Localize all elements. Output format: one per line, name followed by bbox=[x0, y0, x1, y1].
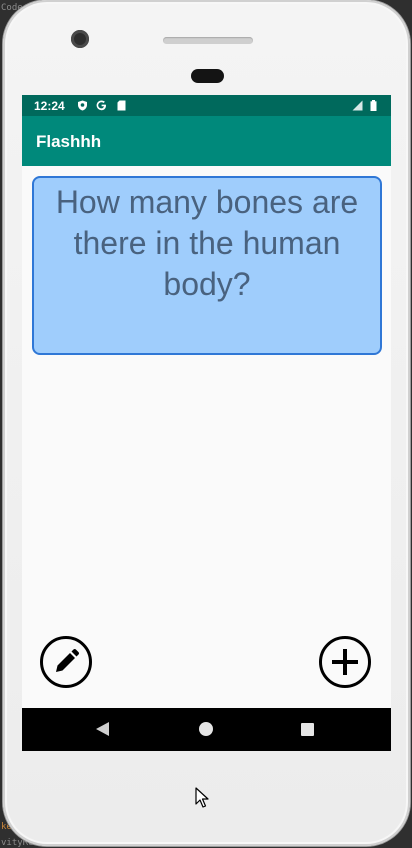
app-bar: Flashhh bbox=[22, 116, 391, 166]
front-camera bbox=[71, 30, 89, 48]
home-icon[interactable] bbox=[199, 722, 213, 736]
app-title: Flashhh bbox=[36, 132, 102, 151]
battery-icon bbox=[370, 100, 377, 111]
sd-card-icon bbox=[117, 100, 126, 111]
phone-frame: 12:24 Flashhh How many bones are there i… bbox=[3, 0, 410, 846]
pencil-icon bbox=[56, 648, 80, 672]
proximity-sensor bbox=[191, 69, 224, 83]
system-nav-bar bbox=[22, 708, 391, 751]
add-card-button[interactable] bbox=[319, 636, 371, 688]
edit-button[interactable] bbox=[40, 636, 92, 688]
status-time: 12:24 bbox=[34, 99, 65, 113]
recent-apps-icon[interactable] bbox=[301, 723, 314, 736]
back-icon[interactable] bbox=[96, 722, 109, 736]
mouse-cursor-icon bbox=[195, 787, 209, 808]
device-screen: 12:24 Flashhh How many bones are there i… bbox=[22, 95, 391, 751]
flashcard-question: How many bones are there in the human bo… bbox=[55, 184, 359, 302]
plus-icon bbox=[332, 649, 358, 675]
flashcard[interactable]: How many bones are there in the human bo… bbox=[32, 176, 382, 355]
earpiece-speaker bbox=[163, 37, 253, 44]
status-bar: 12:24 bbox=[22, 95, 391, 116]
shield-icon bbox=[78, 100, 87, 111]
signal-icon bbox=[352, 100, 363, 111]
google-g-icon bbox=[96, 100, 106, 111]
